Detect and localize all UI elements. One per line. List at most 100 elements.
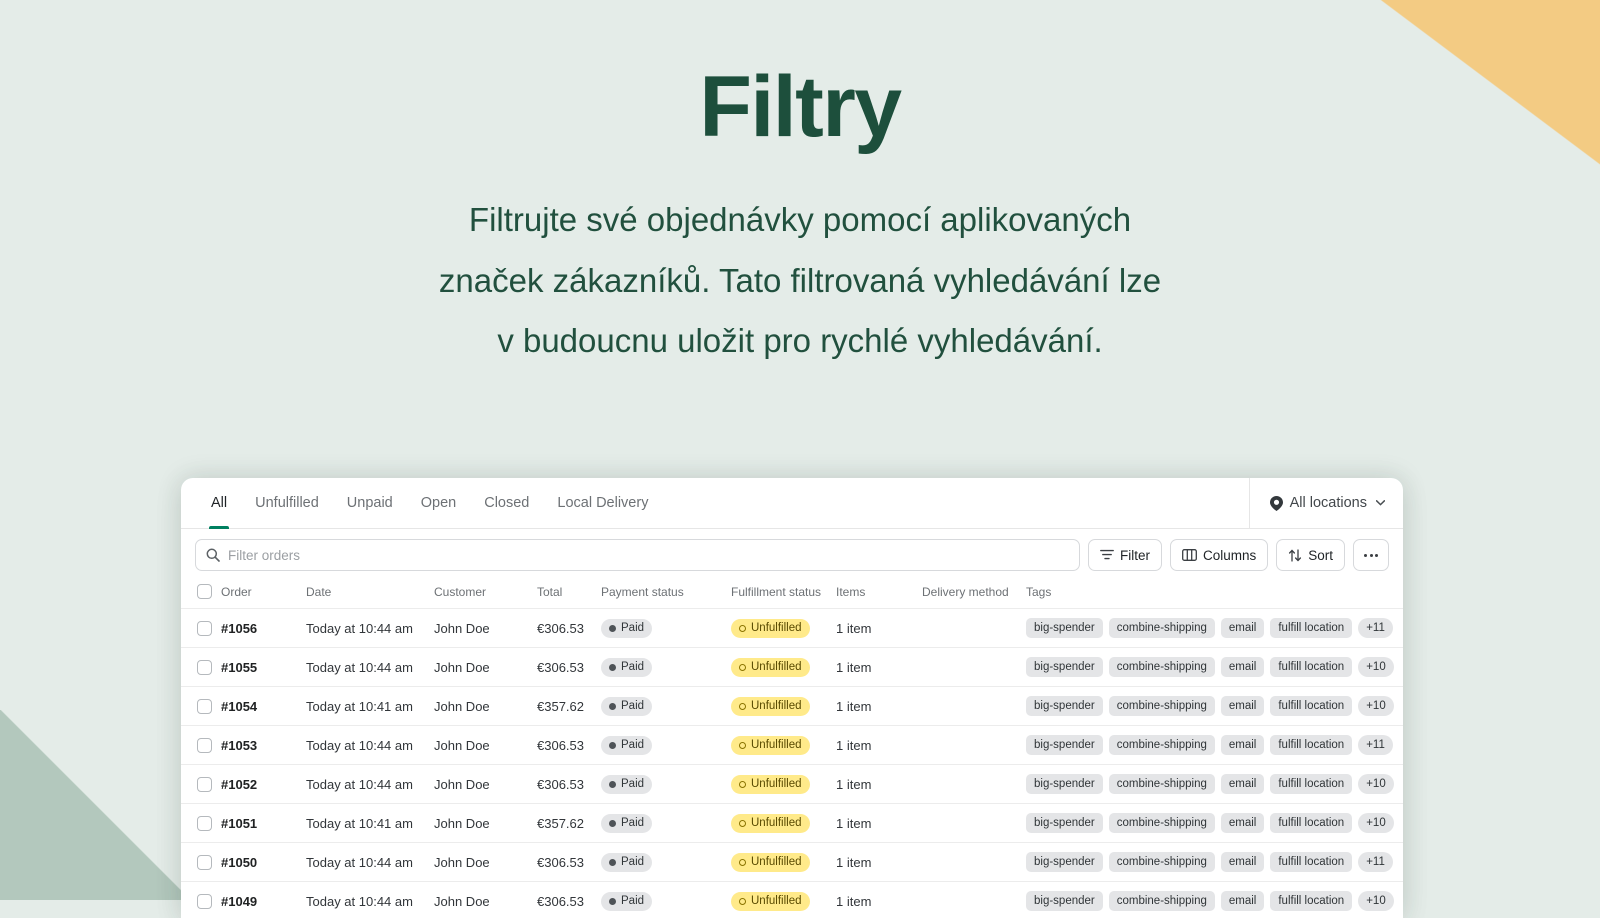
tag-chip[interactable]: fulfill location	[1270, 696, 1352, 716]
tag-chip[interactable]: big-spender	[1026, 618, 1103, 638]
tag-chip[interactable]: email	[1221, 891, 1264, 911]
tab-unfulfilled[interactable]: Unfulfilled	[241, 478, 333, 529]
tag-list: big-spender combine-shipping email fulfill …	[1026, 813, 1403, 833]
header-items[interactable]: Items	[836, 580, 922, 609]
order-number[interactable]: #1051	[221, 816, 257, 831]
tag-overflow-chip[interactable]: +10	[1358, 891, 1394, 911]
header-date[interactable]: Date	[306, 580, 434, 609]
tag-list: big-spender combine-shipping email fulfill …	[1026, 696, 1403, 716]
tag-overflow-chip[interactable]: +10	[1358, 774, 1394, 794]
row-checkbox[interactable]	[197, 816, 212, 831]
tag-chip[interactable]: big-spender	[1026, 735, 1103, 755]
subtitle-line-3: v budoucnu uložit pro rychlé vyhledávání…	[0, 311, 1600, 371]
tag-chip[interactable]: fulfill location	[1270, 852, 1352, 872]
tag-chip[interactable]: combine-shipping	[1109, 891, 1215, 911]
tag-chip[interactable]: big-spender	[1026, 657, 1103, 677]
tag-chip[interactable]: combine-shipping	[1109, 852, 1215, 872]
select-all-header	[181, 580, 221, 609]
status-badge-unfulfilled: Unfulfilled	[731, 619, 810, 638]
select-all-checkbox[interactable]	[197, 584, 212, 599]
tag-chip[interactable]: fulfill location	[1270, 657, 1352, 677]
tag-chip[interactable]: combine-shipping	[1109, 618, 1215, 638]
tag-chip[interactable]: big-spender	[1026, 852, 1103, 872]
tag-chip[interactable]: combine-shipping	[1109, 657, 1215, 677]
table-row[interactable]: #1056Today at 10:44 amJohn Doe€306.53Pai…	[181, 609, 1403, 648]
tag-overflow-chip[interactable]: +11	[1358, 618, 1393, 638]
row-checkbox[interactable]	[197, 621, 212, 636]
table-row[interactable]: #1051Today at 10:41 amJohn Doe€357.62Pai…	[181, 804, 1403, 843]
header-tags[interactable]: Tags	[1026, 580, 1403, 609]
header-fulfillment-status[interactable]: Fulfillment status	[731, 580, 836, 609]
cell-total: €357.62	[537, 687, 601, 726]
tab-open[interactable]: Open	[407, 478, 470, 529]
header-delivery-method[interactable]: Delivery method	[922, 580, 1026, 609]
row-checkbox[interactable]	[197, 855, 212, 870]
status-ring-icon	[739, 625, 746, 632]
tag-chip[interactable]: big-spender	[1026, 891, 1103, 911]
table-row[interactable]: #1054Today at 10:41 amJohn Doe€357.62Pai…	[181, 687, 1403, 726]
cell-fulfillment-status: Unfulfilled	[731, 726, 836, 765]
row-checkbox[interactable]	[197, 894, 212, 909]
tag-overflow-chip[interactable]: +10	[1358, 696, 1394, 716]
tag-chip[interactable]: big-spender	[1026, 774, 1103, 794]
tag-overflow-chip[interactable]: +11	[1358, 852, 1393, 872]
status-badge-paid: Paid	[601, 892, 652, 911]
tag-chip[interactable]: email	[1221, 618, 1264, 638]
tag-chip[interactable]: fulfill location	[1270, 618, 1352, 638]
tag-chip[interactable]: big-spender	[1026, 813, 1103, 833]
tag-chip[interactable]: email	[1221, 852, 1264, 872]
row-checkbox[interactable]	[197, 777, 212, 792]
header-payment-status[interactable]: Payment status	[601, 580, 731, 609]
tag-chip[interactable]: email	[1221, 774, 1264, 794]
location-selector[interactable]: All locations	[1249, 478, 1403, 528]
tag-chip[interactable]: email	[1221, 813, 1264, 833]
table-row[interactable]: #1055Today at 10:44 amJohn Doe€306.53Pai…	[181, 648, 1403, 687]
orders-table-body: #1056Today at 10:44 amJohn Doe€306.53Pai…	[181, 609, 1403, 918]
order-number[interactable]: #1054	[221, 699, 257, 714]
tab-closed[interactable]: Closed	[470, 478, 543, 529]
tag-chip[interactable]: fulfill location	[1270, 813, 1352, 833]
more-options-button[interactable]	[1353, 539, 1389, 571]
order-number[interactable]: #1050	[221, 855, 257, 870]
columns-button[interactable]: Columns	[1170, 539, 1268, 571]
tag-overflow-chip[interactable]: +11	[1358, 735, 1393, 755]
order-number[interactable]: #1055	[221, 660, 257, 675]
table-row[interactable]: #1052Today at 10:44 amJohn Doe€306.53Pai…	[181, 765, 1403, 804]
tag-chip[interactable]: combine-shipping	[1109, 813, 1215, 833]
tag-chip[interactable]: fulfill location	[1270, 735, 1352, 755]
order-number[interactable]: #1049	[221, 894, 257, 909]
row-checkbox[interactable]	[197, 738, 212, 753]
tab-unpaid[interactable]: Unpaid	[333, 478, 407, 529]
filter-button-label: Filter	[1120, 548, 1150, 563]
tag-chip[interactable]: combine-shipping	[1109, 735, 1215, 755]
header-customer[interactable]: Customer	[434, 580, 537, 609]
header-total[interactable]: Total	[537, 580, 601, 609]
row-checkbox[interactable]	[197, 699, 212, 714]
search-input[interactable]: Filter orders	[195, 539, 1080, 571]
tag-chip[interactable]: email	[1221, 657, 1264, 677]
order-number[interactable]: #1053	[221, 738, 257, 753]
sort-button[interactable]: Sort	[1276, 539, 1345, 571]
cell-order: #1050	[221, 843, 306, 882]
tag-overflow-chip[interactable]: +10	[1358, 813, 1394, 833]
row-checkbox[interactable]	[197, 660, 212, 675]
tag-chip[interactable]: big-spender	[1026, 696, 1103, 716]
tag-chip[interactable]: email	[1221, 735, 1264, 755]
tab-all[interactable]: All	[197, 478, 241, 529]
tab-local-delivery[interactable]: Local Delivery	[543, 478, 662, 529]
tag-overflow-chip[interactable]: +10	[1358, 657, 1394, 677]
tag-chip[interactable]: fulfill location	[1270, 891, 1352, 911]
filter-button[interactable]: Filter	[1088, 539, 1162, 571]
tag-chip[interactable]: fulfill location	[1270, 774, 1352, 794]
order-number[interactable]: #1056	[221, 621, 257, 636]
tag-chip[interactable]: combine-shipping	[1109, 774, 1215, 794]
order-number[interactable]: #1052	[221, 777, 257, 792]
status-dot-icon	[609, 859, 616, 866]
header-order[interactable]: Order	[221, 580, 306, 609]
tag-chip[interactable]: combine-shipping	[1109, 696, 1215, 716]
tag-chip[interactable]: email	[1221, 696, 1264, 716]
hero-section: Filtry Filtrujte své objednávky pomocí a…	[0, 0, 1600, 371]
table-row[interactable]: #1050Today at 10:44 amJohn Doe€306.53Pai…	[181, 843, 1403, 882]
table-row[interactable]: #1053Today at 10:44 amJohn Doe€306.53Pai…	[181, 726, 1403, 765]
status-dot-icon	[609, 898, 616, 905]
